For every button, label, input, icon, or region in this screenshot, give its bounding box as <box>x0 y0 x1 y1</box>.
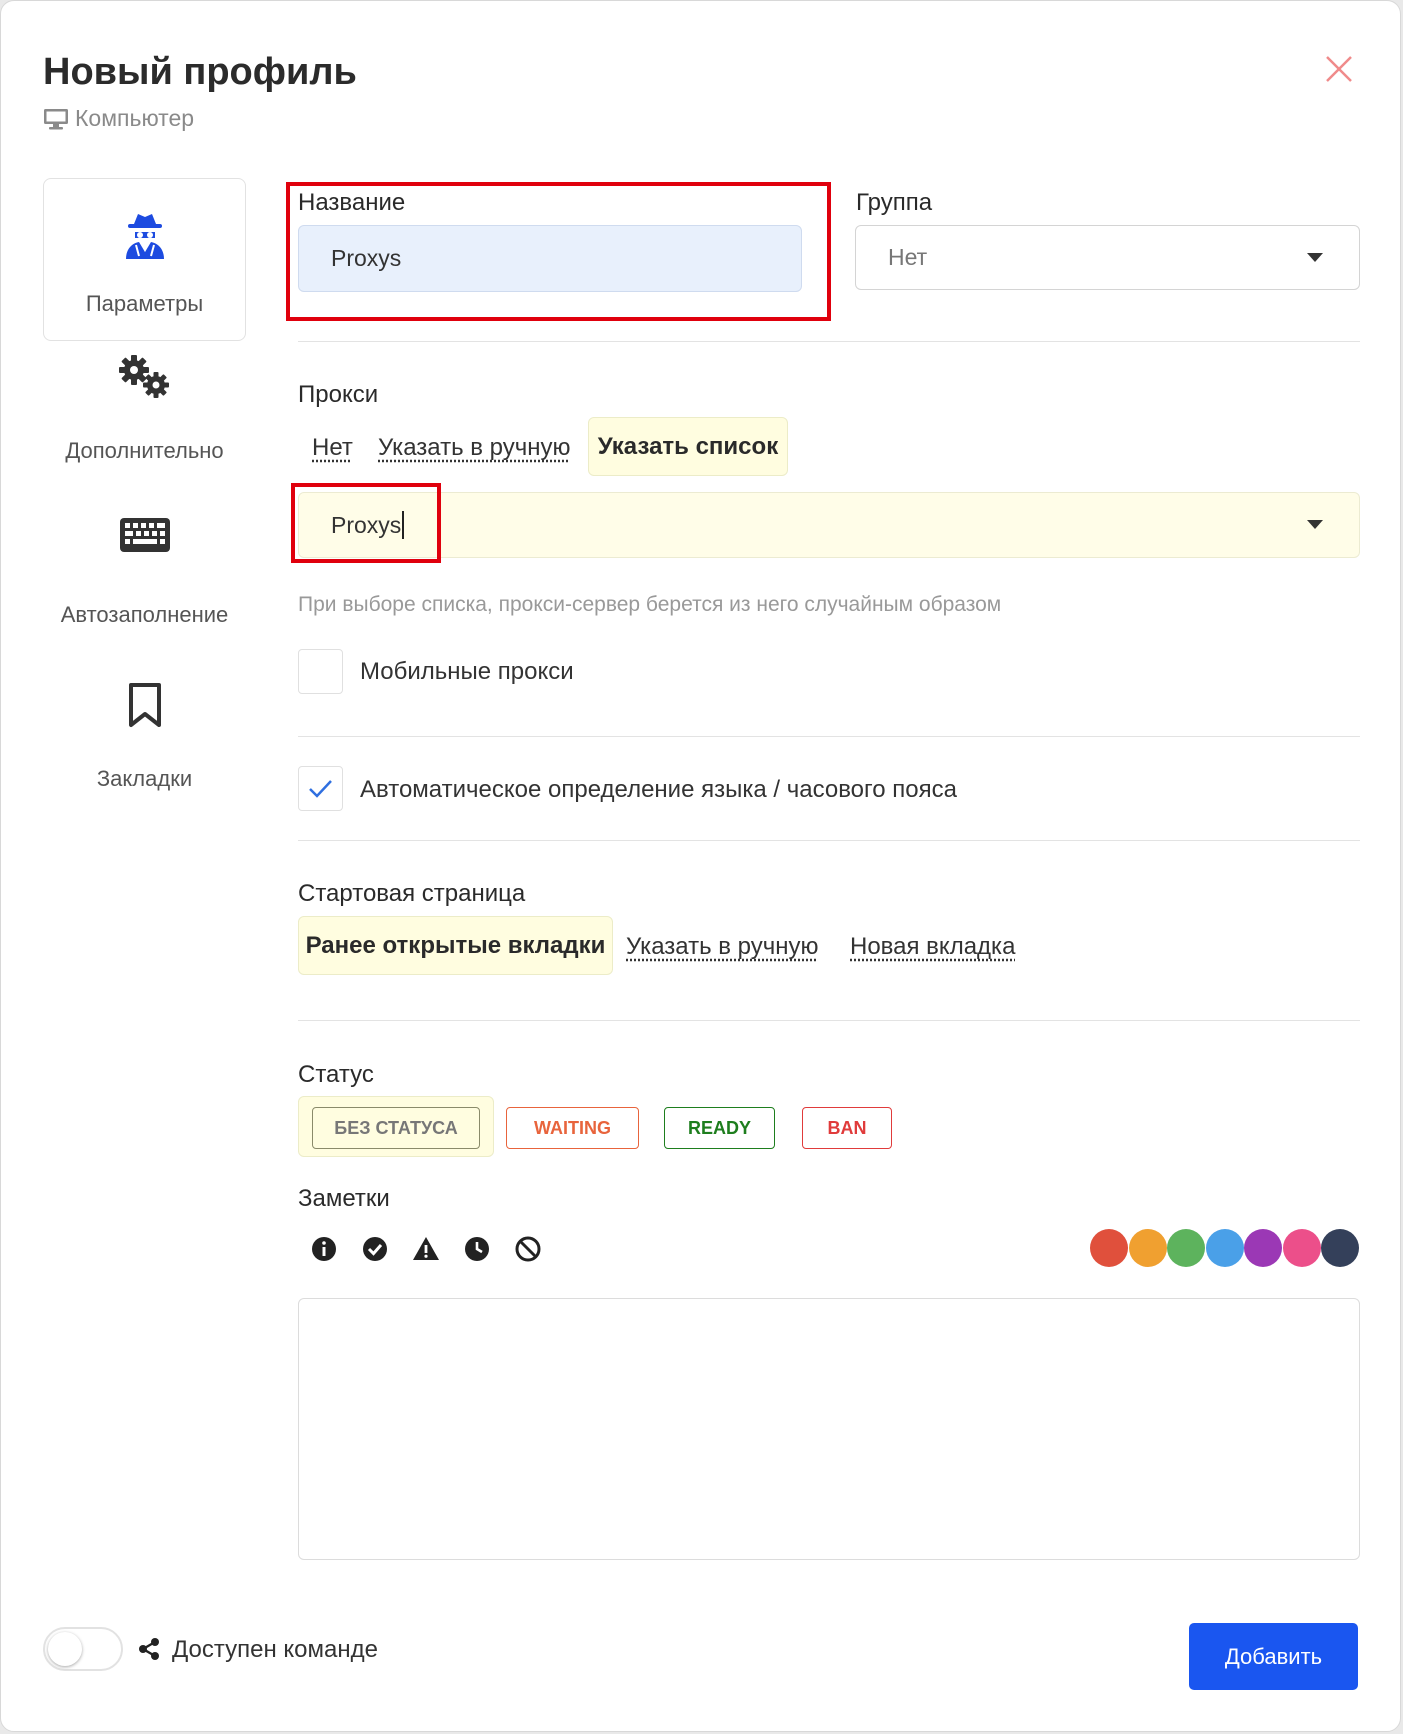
monitor-icon <box>44 108 68 129</box>
dialog-title: Новый профиль <box>43 51 357 93</box>
proxy-option-none[interactable]: Нет <box>312 434 353 462</box>
nav-item-advanced[interactable]: Дополнительно <box>43 342 246 505</box>
start-page-option-manual[interactable]: Указать в ручную <box>626 933 819 961</box>
mobile-proxy-label: Мобильные прокси <box>360 658 574 685</box>
proxy-hint: При выборе списка, прокси-сервер берется… <box>298 593 1002 616</box>
nav-label-advanced: Дополнительно <box>65 438 224 463</box>
share-label: Доступен команде <box>172 1636 378 1663</box>
share-icon <box>139 1638 159 1660</box>
status-label: Статус <box>298 1061 374 1088</box>
proxy-option-manual[interactable]: Указать в ручную <box>378 434 571 462</box>
new-profile-dialog: Новый профиль Компьютер Параметры Дополн… <box>0 0 1401 1732</box>
divider <box>298 341 1360 342</box>
divider <box>298 1020 1360 1021</box>
bookmark-icon <box>128 683 161 727</box>
share-toggle[interactable] <box>43 1627 123 1671</box>
name-label: Название <box>298 189 406 216</box>
proxy-list-value: Proxys <box>331 511 402 538</box>
mobile-proxy-checkbox[interactable] <box>298 649 343 694</box>
auto-detect-checkbox[interactable] <box>298 766 343 811</box>
proxy-list-select[interactable]: Proxys <box>298 492 1360 558</box>
proxy-label: Прокси <box>298 381 379 408</box>
notes-label: Заметки <box>298 1185 390 1212</box>
nav-label-autofill: Автозаполнение <box>60 602 229 627</box>
start-page-option-previous-tabs[interactable]: Ранее открытые вкладки <box>298 916 613 975</box>
warning-icon[interactable] <box>412 1235 440 1263</box>
keyboard-icon <box>119 518 170 552</box>
dialog-subtitle: Компьютер <box>43 105 194 132</box>
color-swatch-orange[interactable] <box>1129 1229 1167 1267</box>
ban-icon[interactable] <box>514 1235 542 1263</box>
color-swatch-pink[interactable] <box>1283 1229 1321 1267</box>
nav-item-autofill[interactable]: Автозаполнение <box>43 506 246 669</box>
color-swatch-dark[interactable] <box>1321 1229 1359 1267</box>
start-page-label: Стартовая страница <box>298 880 526 907</box>
close-icon[interactable] <box>1321 51 1357 87</box>
gears-icon <box>118 355 169 398</box>
text-cursor <box>402 511 405 539</box>
start-page-option-new-tab[interactable]: Новая вкладка <box>850 933 1015 961</box>
group-label: Группа <box>856 189 933 216</box>
divider <box>298 840 1360 841</box>
color-swatch-purple[interactable] <box>1244 1229 1282 1267</box>
nav-item-bookmarks[interactable]: Закладки <box>43 670 246 833</box>
color-swatch-green[interactable] <box>1167 1229 1205 1267</box>
auto-detect-label: Автоматическое определение языка / часов… <box>360 776 957 803</box>
color-swatch-red[interactable] <box>1090 1229 1128 1267</box>
status-ban-button[interactable]: BAN <box>802 1107 892 1149</box>
chevron-down-icon <box>1307 252 1323 262</box>
check-circle-icon[interactable] <box>361 1235 389 1263</box>
nav-label-bookmarks: Закладки <box>96 766 193 791</box>
name-input-value: Proxys <box>331 245 402 271</box>
name-input[interactable]: Proxys <box>298 225 802 292</box>
toggle-knob <box>48 1632 82 1666</box>
group-select-value: Нет <box>888 244 928 270</box>
chevron-down-icon <box>1307 520 1323 529</box>
status-waiting-button[interactable]: WAITING <box>506 1107 639 1149</box>
proxy-option-list[interactable]: Указать список <box>588 417 788 476</box>
subtitle-text: Компьютер <box>75 105 195 131</box>
status-no-status-button[interactable]: БЕЗ СТАТУСА <box>312 1107 480 1149</box>
status-ready-button[interactable]: READY <box>664 1107 775 1149</box>
divider <box>298 736 1360 737</box>
check-icon <box>309 780 332 798</box>
nav-label-parameters: Параметры <box>85 291 204 316</box>
notes-textarea[interactable] <box>298 1298 1360 1560</box>
group-select[interactable]: Нет <box>855 225 1360 290</box>
clock-icon[interactable] <box>463 1235 491 1263</box>
spy-icon <box>125 214 164 259</box>
info-icon[interactable] <box>310 1235 338 1263</box>
nav-item-parameters[interactable]: Параметры <box>43 178 246 341</box>
add-button[interactable]: Добавить <box>1189 1623 1358 1690</box>
color-swatch-blue[interactable] <box>1206 1229 1244 1267</box>
